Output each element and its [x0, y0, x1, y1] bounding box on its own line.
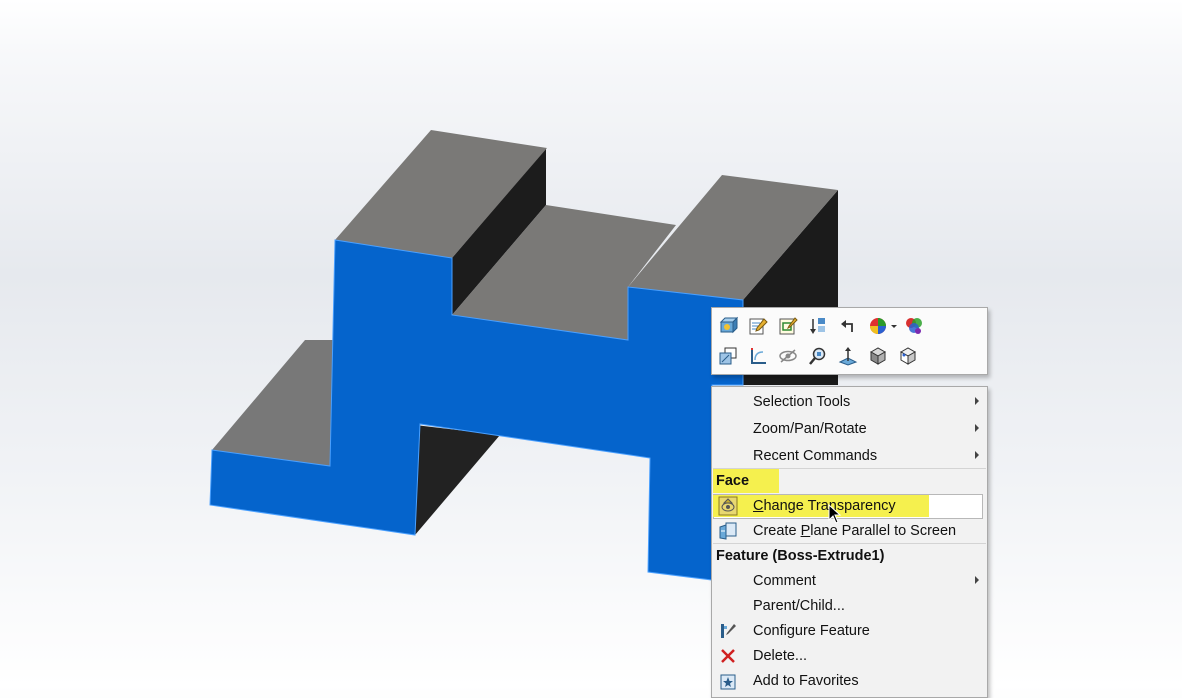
menu-item-delete[interactable]: Delete... [712, 644, 987, 669]
toolbar-row-2 [716, 342, 926, 370]
feature-section-header: Feature (Boss-Extrude1) [712, 544, 987, 568]
context-toolbar [711, 307, 988, 375]
parent-child-label: Parent/Child... [753, 598, 845, 614]
model-part[interactable] [0, 0, 1182, 686]
menu-item-add-to-favorites[interactable]: Add to Favorites [712, 669, 987, 694]
menu-item-parent-child[interactable]: Parent/Child... [712, 594, 987, 619]
edit-sketch-icon[interactable] [776, 314, 800, 338]
menu-item-create-plane-parallel[interactable]: Create Plane Parallel to Screen [712, 519, 987, 544]
menu-item-configure-feature[interactable]: Configure Feature [712, 619, 987, 644]
delete-label: Delete... [753, 648, 807, 664]
transparency-icon [718, 496, 738, 516]
favorites-icon [718, 671, 738, 691]
add-to-favorites-label: Add to Favorites [753, 673, 859, 689]
zoom-to-selection-icon[interactable] [806, 344, 830, 368]
change-transparency-label: Change Transparency [753, 498, 896, 514]
copy-face-icon[interactable] [716, 344, 740, 368]
appearance-icon[interactable] [866, 314, 890, 338]
recent-commands-label: Recent Commands [753, 448, 878, 464]
hide-icon[interactable] [776, 344, 800, 368]
menu-item-comment[interactable]: Comment [712, 569, 987, 594]
menu-item-change-transparency[interactable]: Change Transparency [712, 494, 987, 519]
appearances-multi-icon[interactable] [902, 314, 926, 338]
submenu-arrow-icon [975, 576, 979, 584]
middle-lower-side-face[interactable] [415, 425, 500, 535]
dropdown-arrow-icon[interactable] [890, 314, 898, 338]
view-cube-alt-icon[interactable] [896, 344, 920, 368]
menu-item-zoom-pan-rotate[interactable]: Zoom/Pan/Rotate [712, 417, 987, 442]
edit-sketch-plane-icon[interactable] [716, 314, 740, 338]
selection-tools-label: Selection Tools [753, 394, 851, 410]
configure-feature-label: Configure Feature [753, 623, 870, 639]
face-header-label: Face [716, 473, 750, 489]
submenu-arrow-icon [975, 424, 979, 432]
toolbar-row-1 [716, 312, 932, 340]
face-section-header: Face [712, 469, 987, 493]
mouse-cursor-icon [828, 503, 842, 529]
submenu-arrow-icon [975, 451, 979, 459]
plane-parallel-icon [718, 521, 738, 541]
comment-label: Comment [753, 573, 816, 589]
graphics-viewport[interactable] [0, 0, 1182, 686]
delete-icon [718, 646, 738, 666]
feature-header-label: Feature (Boss-Extrude1) [716, 548, 885, 564]
edit-feature-icon[interactable] [746, 314, 770, 338]
menu-item-recent-commands[interactable]: Recent Commands [712, 444, 987, 469]
left-step-top-face[interactable] [212, 340, 333, 466]
zoom-pan-rotate-label: Zoom/Pan/Rotate [753, 421, 867, 437]
context-menu: Selection Tools Zoom/Pan/Rotate Recent C… [711, 386, 988, 698]
create-plane-label: Create Plane Parallel to Screen [753, 523, 957, 539]
sketch-on-face-icon[interactable] [746, 344, 770, 368]
submenu-arrow-icon [975, 397, 979, 405]
view-cube-icon[interactable] [866, 344, 890, 368]
menu-item-selection-tools[interactable]: Selection Tools [712, 390, 987, 415]
normal-to-icon[interactable] [836, 344, 860, 368]
configure-feature-icon [718, 621, 738, 641]
parent-select-icon[interactable] [836, 314, 860, 338]
rollback-icon[interactable] [806, 314, 830, 338]
